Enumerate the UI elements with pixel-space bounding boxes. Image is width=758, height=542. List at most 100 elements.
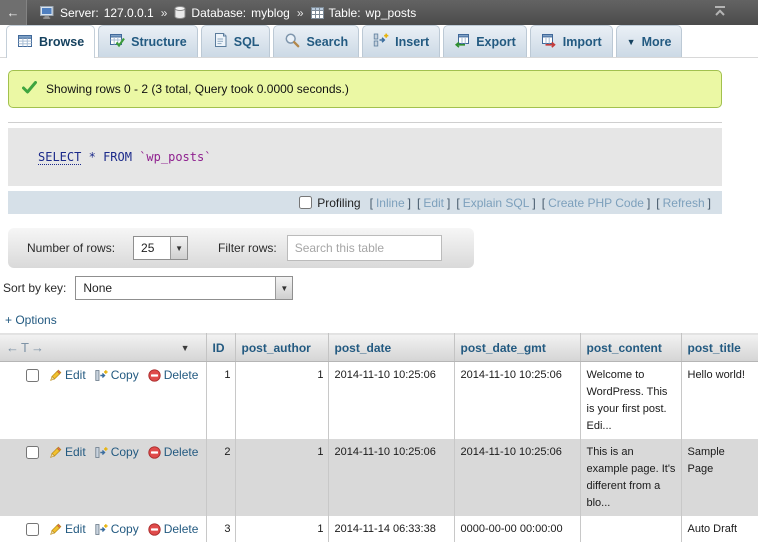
create-php-code-link[interactable]: Create PHP Code (548, 196, 644, 210)
column-header-post-title[interactable]: post_title (681, 334, 758, 362)
sort-by-key-value: None (76, 277, 275, 299)
pencil-edit-icon (48, 369, 62, 383)
cell-post-title: Hello world! (681, 362, 758, 440)
pencil-edit-icon (48, 446, 62, 460)
database-link[interactable]: myblog (251, 6, 290, 20)
edit-row-link[interactable]: Edit (65, 444, 86, 461)
copy-row-icon (95, 523, 108, 536)
server-icon (40, 6, 55, 19)
sql-star: * (89, 150, 96, 164)
cell-post-date-gmt: 2014-11-10 10:25:06 (454, 362, 580, 440)
tab-insert[interactable]: Insert (362, 25, 440, 57)
copy-row-icon (95, 369, 108, 382)
cell-post-author: 1 (235, 516, 328, 542)
options-toggle-link[interactable]: + Options (5, 313, 57, 327)
tab-label: Browse (39, 35, 84, 49)
edit-row-link[interactable]: Edit (65, 521, 86, 538)
cell-post-content (580, 516, 681, 542)
caret-down-icon: ▼ (627, 37, 636, 47)
tab-import[interactable]: Import (530, 25, 613, 57)
row-checkbox[interactable] (26, 446, 39, 459)
sort-caret-icon[interactable]: ▼ (181, 343, 190, 353)
table-link[interactable]: wp_posts (366, 6, 417, 20)
tab-label: Import (563, 35, 602, 49)
tab-browse[interactable]: Browse (6, 25, 95, 58)
cell-post-author: 1 (235, 362, 328, 440)
copy-row-icon (95, 446, 108, 459)
bracket: ] (647, 196, 650, 210)
tab-more[interactable]: ▼ More (616, 25, 683, 57)
bracket: [ (417, 196, 420, 210)
sort-by-key-select[interactable]: None ▼ (75, 276, 293, 300)
green-check-icon (22, 81, 37, 97)
tab-label: Structure (131, 35, 187, 49)
copy-row-link[interactable]: Copy (111, 367, 139, 384)
server-link[interactable]: 127.0.0.1 (104, 6, 154, 20)
pencil-edit-icon (48, 523, 62, 537)
sql-table-identifier: `wp_posts` (139, 150, 211, 164)
tab-search[interactable]: Search (273, 25, 359, 57)
cell-post-date-gmt: 2014-11-10 10:25:06 (454, 439, 580, 516)
edit-query-link[interactable]: Edit (423, 196, 444, 210)
results-table: ←T→ ▼ ID post_author post_date post_date… (0, 333, 758, 542)
edit-row-link[interactable]: Edit (65, 367, 86, 384)
column-header-id[interactable]: ID (206, 334, 235, 362)
status-text: Showing rows 0 - 2 (3 total, Query took … (46, 82, 349, 96)
rows-per-page-select[interactable]: 25 ▼ (133, 236, 188, 260)
column-header-post-date-gmt[interactable]: post_date_gmt (454, 334, 580, 362)
filter-rows-label: Filter rows: (218, 241, 277, 255)
cell-post-date: 2014-11-14 06:33:38 (328, 516, 454, 542)
copy-row-link[interactable]: Copy (111, 444, 139, 461)
tab-label: SQL (234, 35, 260, 49)
bracket: ] (408, 196, 411, 210)
sort-by-key-row: Sort by key: None ▼ (3, 276, 758, 300)
cell-id: 1 (206, 362, 235, 440)
profiling-checkbox[interactable] (299, 196, 312, 209)
tab-structure[interactable]: Structure (98, 25, 198, 57)
column-header-post-author[interactable]: post_author (235, 334, 328, 362)
sql-keyword-select[interactable]: SELECT (38, 150, 81, 165)
delete-minus-icon (148, 369, 161, 382)
copy-row-link[interactable]: Copy (111, 521, 139, 538)
inline-link[interactable]: Inline (376, 196, 405, 210)
delete-row-link[interactable]: Delete (164, 444, 199, 461)
cell-post-title: Auto Draft (681, 516, 758, 542)
table-row: Edit Copy Delete 1 1 2014-11-10 10:25:06… (0, 362, 758, 440)
filter-rows-input[interactable] (287, 235, 442, 261)
row-checkbox[interactable] (26, 523, 39, 536)
profiling-label[interactable]: Profiling (317, 196, 360, 210)
table-header-row: ←T→ ▼ ID post_author post_date post_date… (0, 334, 758, 362)
tab-export[interactable]: Export (443, 25, 527, 57)
column-header-post-date[interactable]: post_date (328, 334, 454, 362)
sql-keyword-from: FROM (103, 150, 132, 164)
breadcrumb: Server: 127.0.0.1 » Database: myblog » T… (40, 6, 712, 20)
explain-sql-link[interactable]: Explain SQL (463, 196, 530, 210)
left-arrow-icon: ← (7, 5, 20, 20)
delete-minus-icon (148, 446, 161, 459)
column-header-post-content[interactable]: post_content (580, 334, 681, 362)
cell-post-author: 1 (235, 439, 328, 516)
tab-label: Insert (395, 35, 429, 49)
refresh-link[interactable]: Refresh (663, 196, 705, 210)
tab-sql[interactable]: SQL (201, 25, 271, 57)
tab-label: More (642, 35, 672, 49)
bracket: ] (532, 196, 535, 210)
breadcrumb-separator: » (297, 6, 304, 20)
cell-id: 3 (206, 516, 235, 542)
insert-row-icon (373, 32, 389, 51)
breadcrumb-separator: » (161, 6, 168, 20)
cell-post-content: This is an example page. It's different … (580, 439, 681, 516)
column-header-actions: ←T→ ▼ (0, 334, 206, 362)
collapse-icon (712, 5, 728, 20)
expand-columns-icon[interactable]: ←T→ (6, 340, 46, 355)
delete-row-link[interactable]: Delete (164, 521, 199, 538)
bracket: ] (708, 196, 711, 210)
database-icon (174, 6, 186, 19)
table-icon (311, 7, 324, 19)
delete-minus-icon (148, 523, 161, 536)
delete-row-link[interactable]: Delete (164, 367, 199, 384)
table-label: Table: (329, 6, 361, 20)
back-button[interactable]: ← (0, 0, 27, 25)
collapse-panel-button[interactable] (712, 5, 728, 20)
row-checkbox[interactable] (26, 369, 39, 382)
